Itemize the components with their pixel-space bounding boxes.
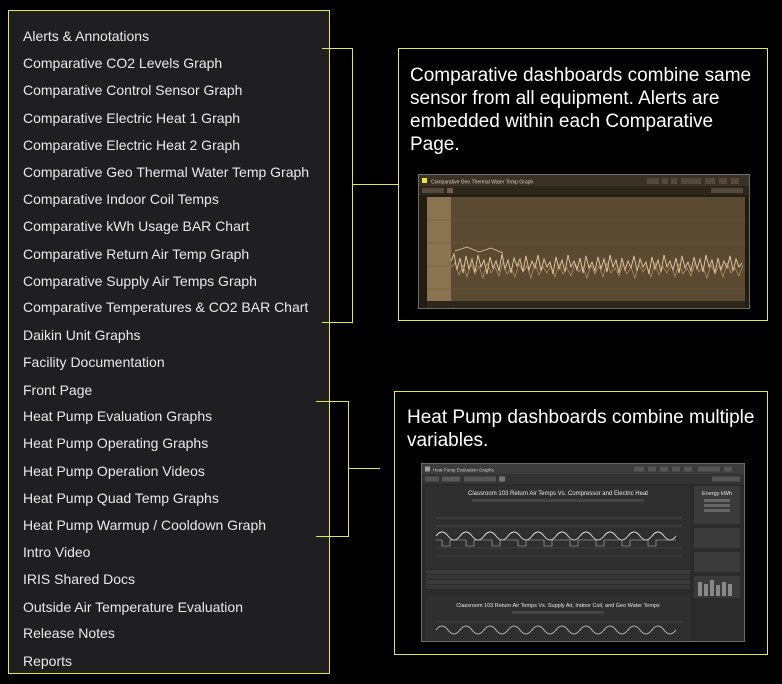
menu-item[interactable]: Comparative Return Air Temp Graph xyxy=(23,246,249,262)
menu-item[interactable]: Daikin Unit Graphs xyxy=(23,327,141,343)
comparative-callout: Comparative dashboards combine same sens… xyxy=(398,48,768,321)
menu-item[interactable]: Release Notes xyxy=(23,625,115,641)
menu-item[interactable]: Comparative Indoor Coil Temps xyxy=(23,191,219,207)
menu-item[interactable]: Front Page xyxy=(23,382,92,398)
dashboard-logo-icon xyxy=(425,466,430,472)
heat-pump-callout: Heat Pump dashboards combine multiple va… xyxy=(394,391,768,655)
menu-item[interactable]: IRIS Shared Docs xyxy=(23,571,135,587)
menu-item[interactable]: Heat Pump Warmup / Cooldown Graph xyxy=(23,517,266,533)
heat-pump-chart-preview: Heat Pump Evaluation Graphs Classroom 10… xyxy=(422,464,744,641)
panel-title: Classroom 103 Return Air Temps Vs. Suppl… xyxy=(456,603,660,609)
menu-item[interactable]: Comparative Electric Heat 2 Graph xyxy=(23,137,240,153)
menu-item[interactable]: Heat Pump Quad Temp Graphs xyxy=(23,490,219,506)
side-panel-title: Energy kWh xyxy=(702,491,732,497)
comparative-connector-line xyxy=(352,184,398,185)
comparative-callout-text: Comparative dashboards combine same sens… xyxy=(410,65,752,155)
heat-pump-dashboard-thumbnail: Heat Pump Evaluation Graphs Classroom 10… xyxy=(421,463,745,642)
menu-item[interactable]: Comparative Electric Heat 1 Graph xyxy=(23,110,240,126)
comparative-chart-preview: Comparative Geo Thermal Water Temp Graph… xyxy=(419,175,749,308)
menu-item[interactable]: Comparative kWh Usage BAR Chart xyxy=(23,218,249,234)
menu-item[interactable]: Comparative Temperatures & CO2 BAR Chart xyxy=(23,299,308,315)
menu-item[interactable]: Heat Pump Evaluation Graphs xyxy=(23,408,212,424)
menu-item[interactable]: Facility Documentation xyxy=(23,354,165,370)
dashboard-menu: Alerts & Annotations Comparative CO2 Lev… xyxy=(8,10,330,674)
heat-pump-group-bracket xyxy=(316,401,349,537)
dashboard-logo-icon xyxy=(422,178,427,183)
comparative-dashboard-thumbnail: Comparative Geo Thermal Water Temp Graph… xyxy=(418,174,750,309)
menu-item[interactable]: Comparative Control Sensor Graph xyxy=(23,82,242,98)
menu-item[interactable]: Heat Pump Operating Graphs xyxy=(23,435,208,451)
thumbnail-title: Heat Pump Evaluation Graphs xyxy=(433,468,495,473)
comparative-group-bracket xyxy=(322,48,353,323)
menu-item[interactable]: Comparative Supply Air Temps Graph xyxy=(23,273,257,289)
menu-item[interactable]: Heat Pump Operation Videos xyxy=(23,463,205,479)
menu-item[interactable]: Alerts & Annotations xyxy=(23,28,149,44)
thumbnail-title: Comparative Geo Thermal Water Temp Graph xyxy=(431,180,533,186)
menu-item[interactable]: Outside Air Temperature Evaluation xyxy=(23,599,243,615)
menu-item[interactable]: Reports xyxy=(23,653,72,669)
svg-text:·: · xyxy=(453,303,454,307)
menu-item[interactable]: Comparative Geo Thermal Water Temp Graph xyxy=(23,164,309,180)
heat-pump-connector-line xyxy=(348,468,380,469)
menu-item[interactable]: Intro Video xyxy=(23,544,90,560)
heat-pump-callout-text: Heat Pump dashboards combine multiple va… xyxy=(407,407,755,451)
panel-title: Classroom 103 Return Air Temps Vs. Compr… xyxy=(468,491,648,497)
menu-item[interactable]: Comparative CO2 Levels Graph xyxy=(23,55,222,71)
